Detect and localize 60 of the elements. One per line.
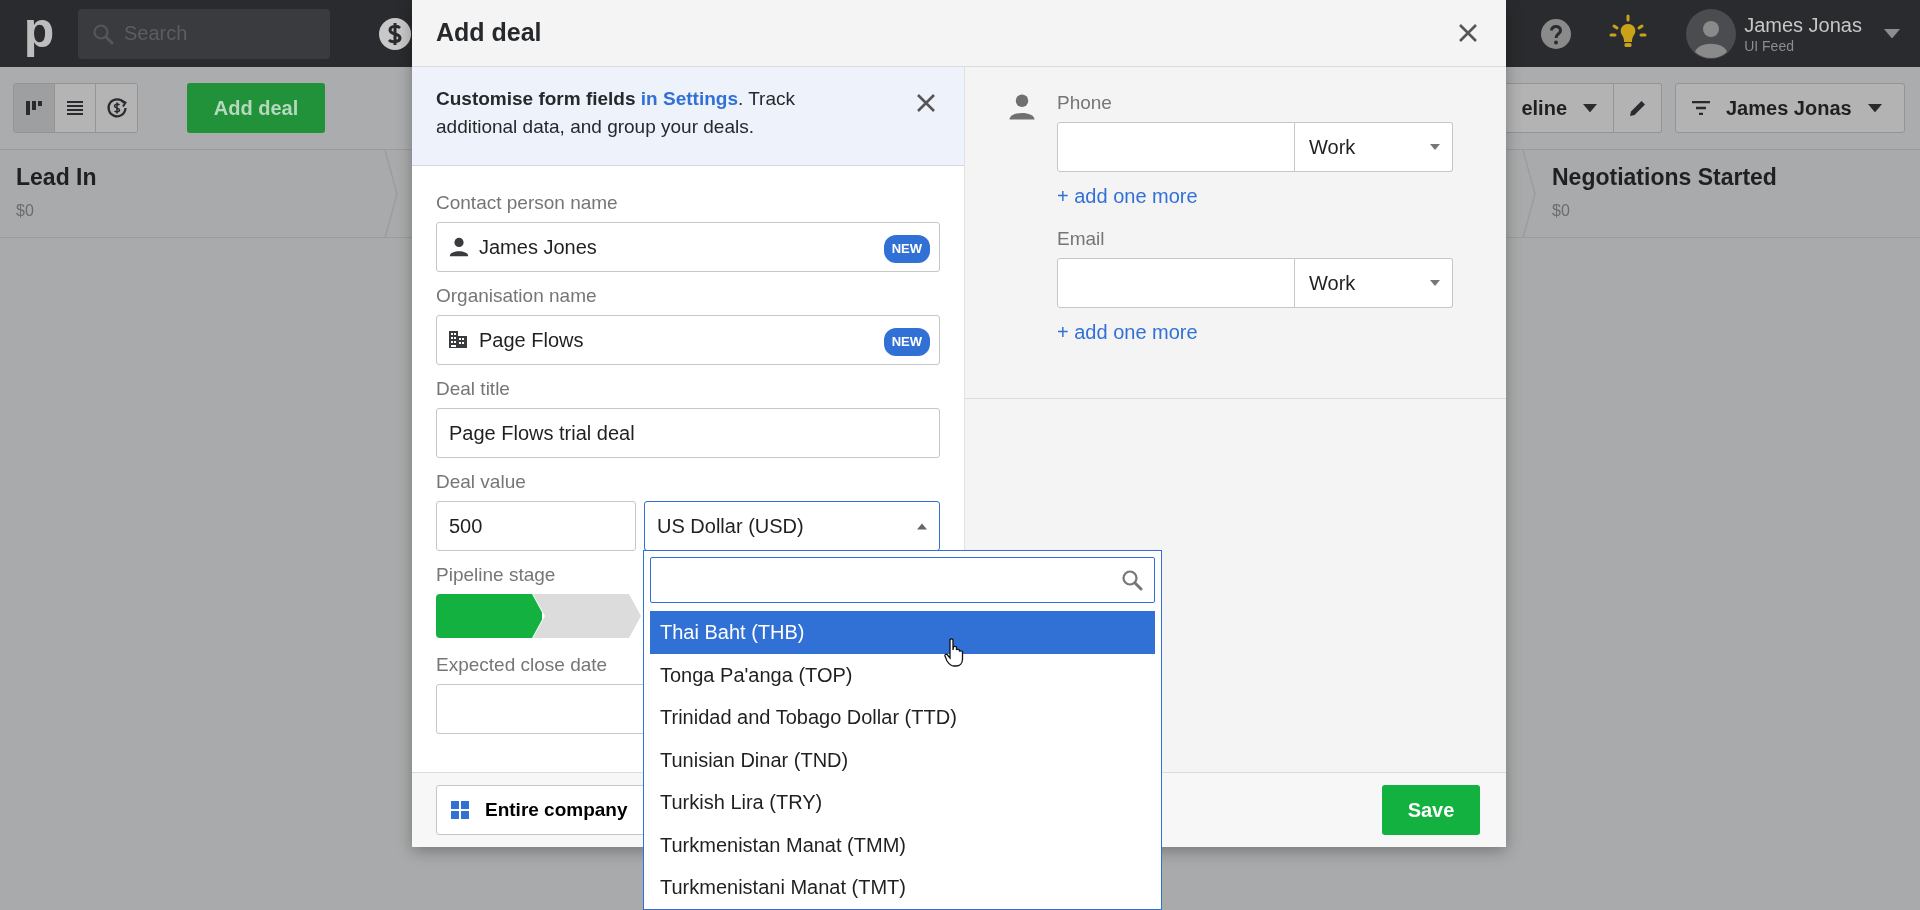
avatar-icon[interactable] bbox=[1686, 8, 1737, 59]
deal-value-field[interactable]: 500 bbox=[436, 501, 636, 551]
edit-button[interactable] bbox=[1614, 83, 1662, 133]
field-label: Expected close date bbox=[436, 653, 608, 677]
filter-dropdown[interactable]: James Jonas bbox=[1675, 83, 1905, 133]
stage-amount: $0 bbox=[1552, 200, 1571, 221]
search-icon bbox=[1121, 569, 1143, 591]
building-icon bbox=[448, 329, 468, 349]
info-message: Customise form fields in Settings. Track additional data, and group your deals. bbox=[436, 87, 796, 139]
add-more-link[interactable]: + add one more bbox=[1057, 184, 1198, 208]
refresh-dollar-icon bbox=[105, 97, 128, 119]
phone-input[interactable] bbox=[1057, 122, 1295, 172]
view-toggle[interactable] bbox=[14, 84, 55, 132]
deal-title-field[interactable]: Page Flows trial deal bbox=[436, 408, 940, 458]
view-toggle[interactable] bbox=[96, 84, 137, 132]
add-more-link[interactable]: + add one more bbox=[1057, 319, 1198, 344]
filter-icon bbox=[1692, 101, 1710, 115]
caret-up-icon bbox=[917, 522, 927, 530]
dollar-icon[interactable] bbox=[378, 16, 412, 51]
stage-title: Negotiations Started bbox=[1552, 163, 1778, 192]
field-label: Deal value bbox=[436, 470, 526, 494]
pointer-cursor-icon bbox=[944, 638, 966, 668]
currency-option[interactable]: Tunisian Dinar (TND) bbox=[650, 738, 1155, 781]
caret-down-icon bbox=[1867, 103, 1882, 113]
field-label: Pipeline stage bbox=[436, 563, 556, 587]
currency-option[interactable]: Turkmenistani Manat (TMT) bbox=[650, 866, 1155, 909]
company-name: UI Feed bbox=[1744, 36, 1795, 55]
currency-search-field[interactable] bbox=[650, 557, 1155, 603]
person-icon bbox=[1007, 92, 1037, 122]
list-icon bbox=[66, 99, 84, 117]
caret-down-icon bbox=[1884, 28, 1900, 39]
stage-title: Lead In bbox=[16, 163, 98, 192]
currency-select[interactable]: US Dollar (USD) bbox=[644, 501, 940, 551]
user-name[interactable]: James Jonas bbox=[1744, 12, 1862, 37]
stage-amount: $0 bbox=[16, 200, 35, 221]
app-logo[interactable]: p bbox=[0, 4, 78, 55]
settings-link[interactable]: in Settings bbox=[640, 88, 738, 109]
field-label: Contact person name bbox=[436, 191, 618, 215]
modal-title: Add deal bbox=[436, 17, 542, 49]
caret-down-icon bbox=[1430, 144, 1440, 150]
field-label: Deal title bbox=[436, 377, 510, 401]
type-select[interactable]: Work bbox=[1295, 122, 1453, 172]
view-toggle[interactable] bbox=[55, 84, 96, 132]
grid-icon bbox=[451, 801, 469, 819]
help-icon[interactable] bbox=[1540, 17, 1573, 50]
currency-option[interactable]: Tonga Pa'anga (TOP) bbox=[650, 653, 1155, 696]
stage-step[interactable] bbox=[533, 594, 641, 638]
columns-icon bbox=[25, 99, 43, 117]
currency-option[interactable]: Trinidad and Tobago Dollar (TTD) bbox=[650, 696, 1155, 739]
currency-option[interactable]: Thai Baht (THB) bbox=[650, 611, 1155, 654]
type-select[interactable]: Work bbox=[1295, 257, 1453, 308]
search-icon bbox=[92, 22, 114, 45]
field-label: Phone bbox=[1057, 91, 1112, 115]
person-icon bbox=[448, 236, 470, 258]
caret-down-icon bbox=[1583, 103, 1597, 113]
email-input[interactable] bbox=[1057, 257, 1295, 308]
field-label: Email bbox=[1057, 226, 1105, 251]
caret-down-icon bbox=[1430, 279, 1440, 286]
field-label: Organisation name bbox=[436, 284, 597, 308]
pencil-icon bbox=[1627, 98, 1648, 118]
